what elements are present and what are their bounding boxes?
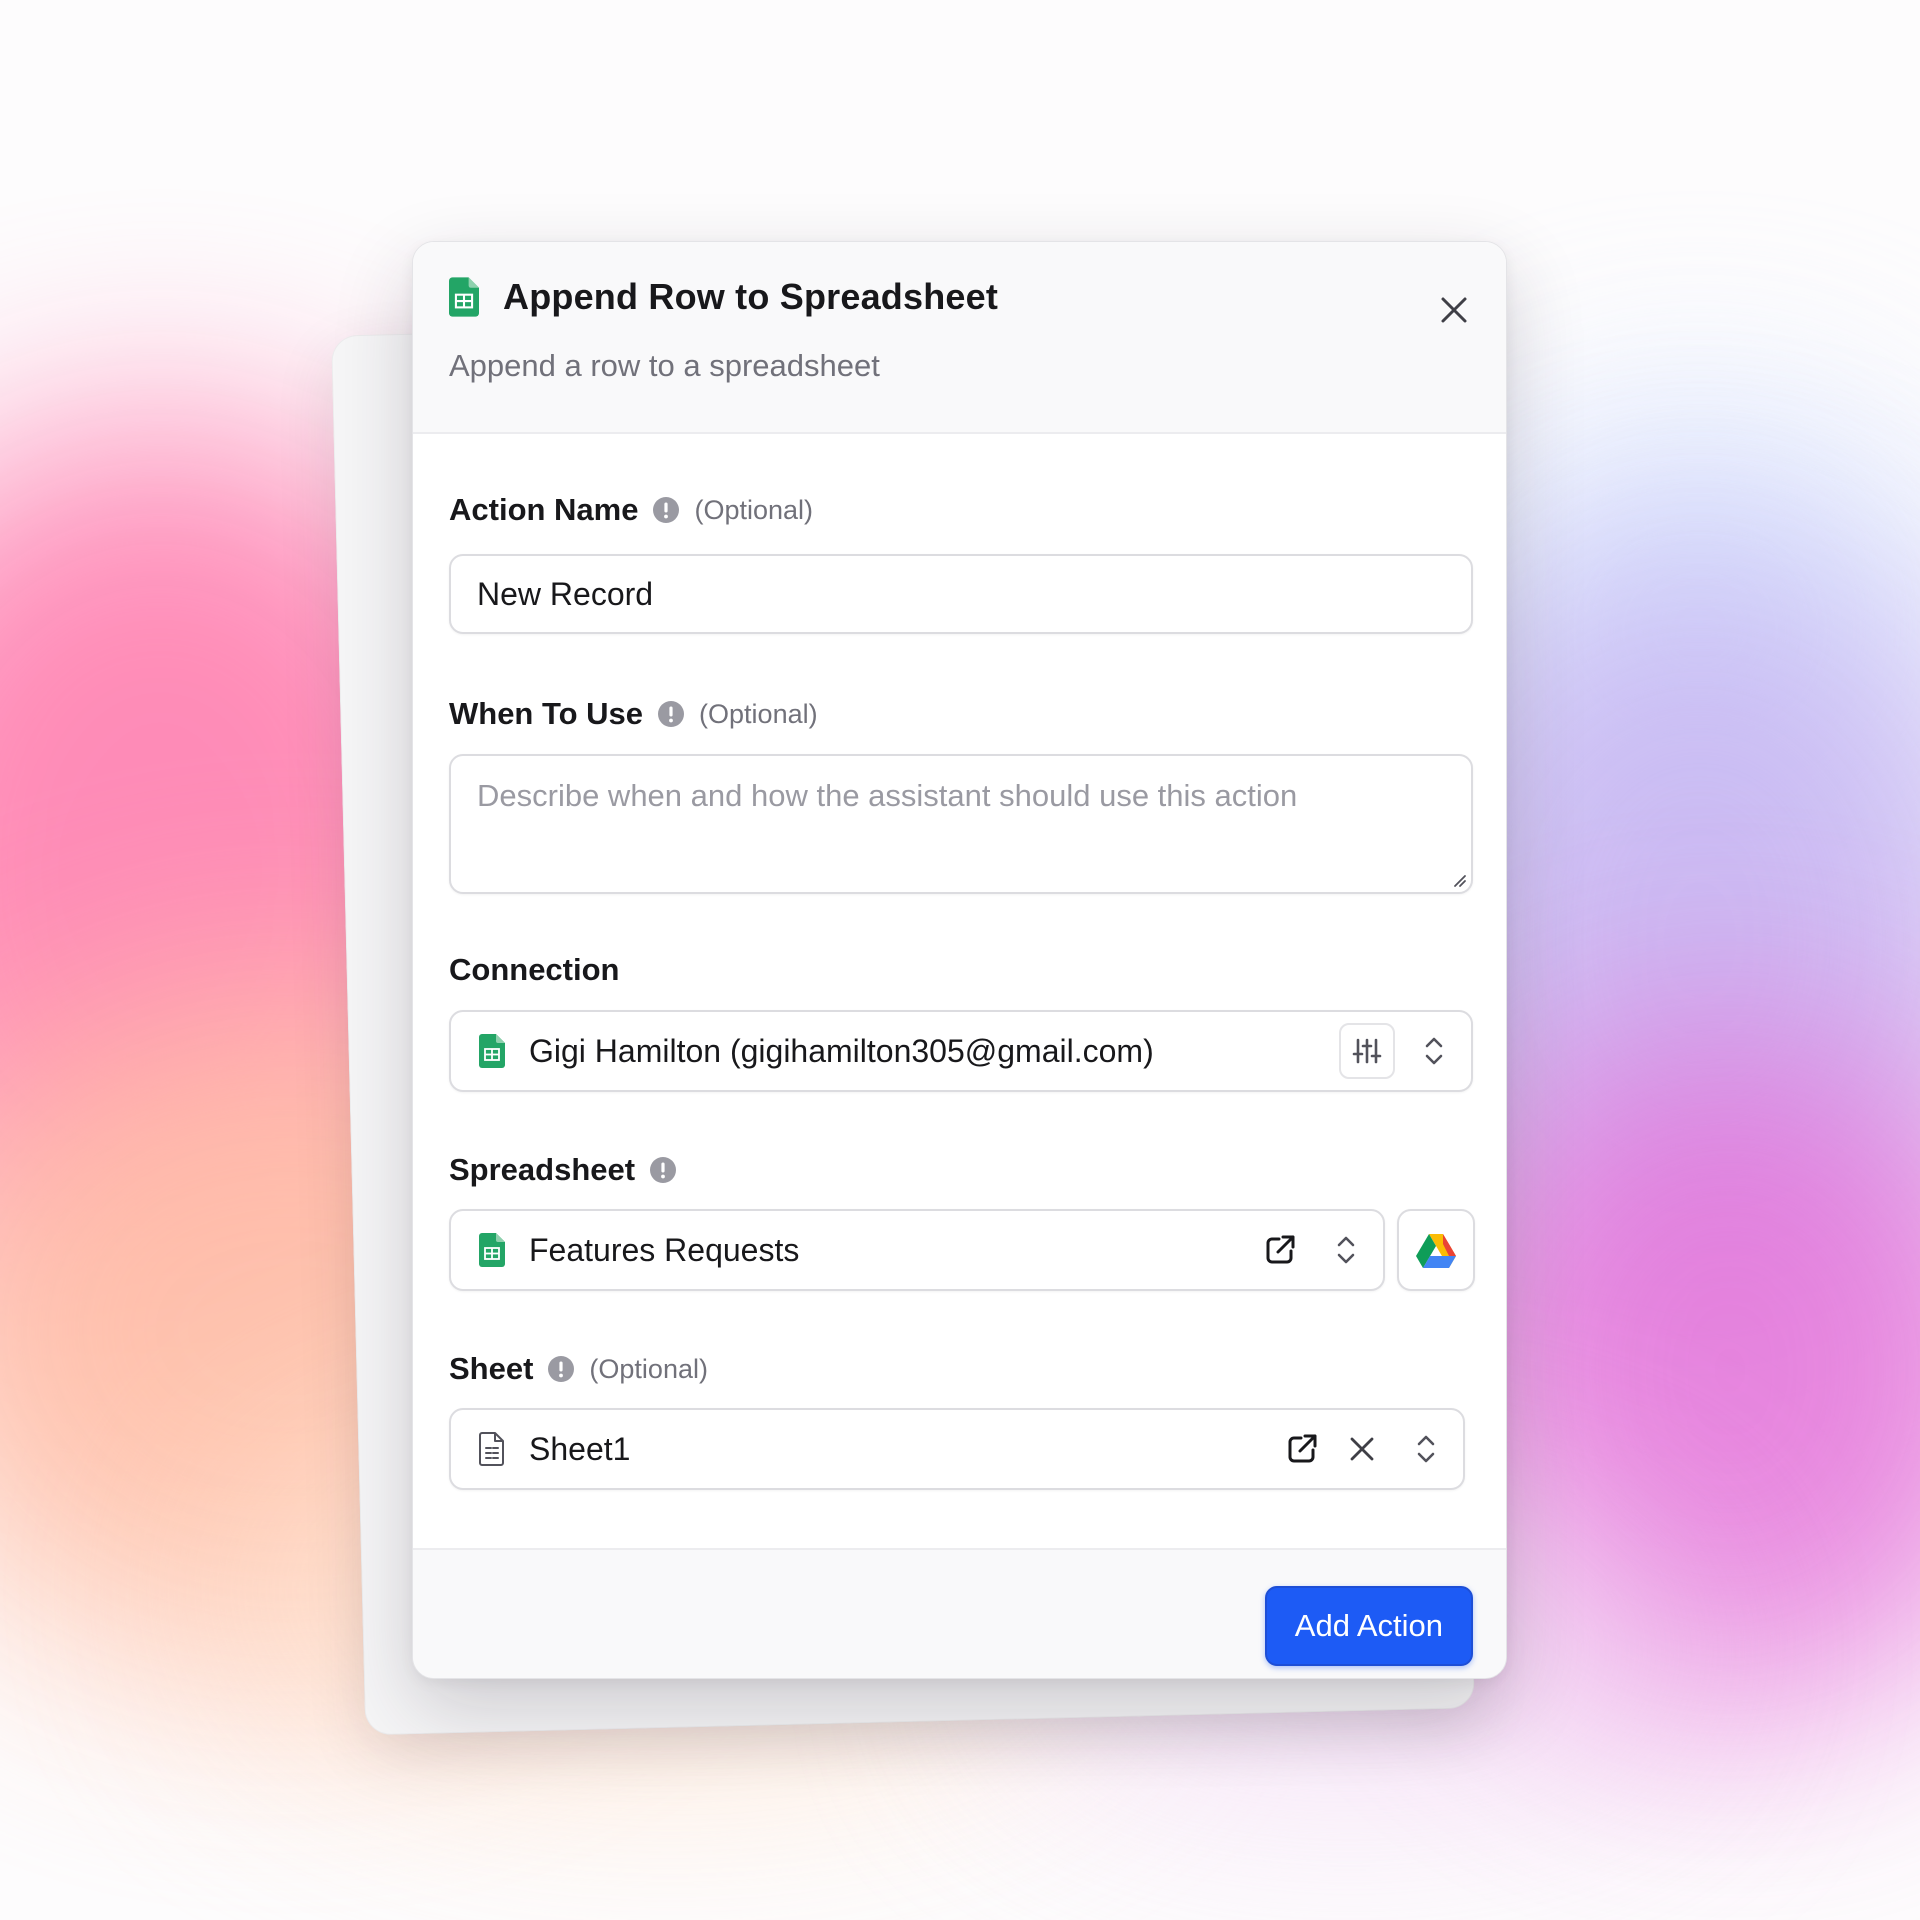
google-sheets-icon — [479, 1034, 505, 1068]
external-link-icon[interactable] — [1263, 1233, 1297, 1267]
document-icon — [479, 1432, 504, 1466]
spreadsheet-label-text: Spreadsheet — [449, 1152, 636, 1187]
sliders-icon — [1352, 1038, 1382, 1064]
dialog-subtitle: Append a row to a spreadsheet — [449, 348, 880, 383]
spreadsheet-label: Spreadsheet — [449, 1152, 677, 1188]
info-icon[interactable] — [547, 1355, 575, 1383]
add-action-button[interactable]: Add Action — [1264, 1586, 1473, 1666]
when-to-use-placeholder: Describe when and how the assistant shou… — [477, 778, 1298, 813]
sheet-label: Sheet (Optional) — [449, 1351, 708, 1387]
google-sheets-icon — [449, 277, 479, 317]
connection-label: Connection — [449, 952, 620, 988]
action-name-label-text: Action Name — [449, 492, 639, 527]
info-icon[interactable] — [649, 1156, 677, 1184]
info-icon[interactable] — [657, 700, 685, 728]
when-to-use-textarea[interactable]: Describe when and how the assistant shou… — [449, 754, 1473, 894]
optional-tag: (Optional) — [699, 698, 818, 729]
dialog-header: Append Row to Spreadsheet Append a row t… — [413, 242, 1506, 434]
spreadsheet-value: Features Requests — [529, 1231, 800, 1268]
google-sheets-icon — [479, 1233, 505, 1267]
chevron-up-down-icon[interactable] — [1411, 1429, 1441, 1469]
connection-settings-button[interactable] — [1339, 1023, 1395, 1079]
close-button[interactable] — [1432, 288, 1476, 332]
connection-value: Gigi Hamilton (gigihamilton305@gmail.com… — [529, 1032, 1154, 1069]
sheet-select[interactable]: Sheet1 — [449, 1408, 1465, 1490]
google-drive-icon — [1416, 1234, 1456, 1268]
append-row-dialog: Append Row to Spreadsheet Append a row t… — [412, 241, 1507, 1679]
connection-label-text: Connection — [449, 952, 620, 987]
spreadsheet-select[interactable]: Features Requests — [449, 1209, 1385, 1291]
action-name-label: Action Name (Optional) — [449, 492, 813, 528]
info-icon[interactable] — [652, 496, 680, 524]
dialog-title: Append Row to Spreadsheet — [503, 276, 999, 317]
chevron-up-down-icon[interactable] — [1331, 1230, 1361, 1270]
optional-tag: (Optional) — [589, 1353, 708, 1384]
close-icon — [1441, 297, 1467, 323]
dialog-footer: Add Action — [413, 1548, 1506, 1678]
optional-tag: (Optional) — [694, 494, 814, 525]
sheet-value: Sheet1 — [529, 1430, 631, 1467]
connection-select[interactable]: Gigi Hamilton (gigihamilton305@gmail.com… — [449, 1010, 1473, 1092]
external-link-icon[interactable] — [1285, 1432, 1319, 1466]
when-to-use-label: When To Use (Optional) — [449, 696, 818, 732]
action-name-value: New Record — [477, 575, 654, 612]
sheet-label-text: Sheet — [449, 1351, 534, 1386]
when-to-use-label-text: When To Use — [449, 696, 644, 731]
resize-grip-icon[interactable] — [1449, 870, 1467, 888]
clear-icon[interactable] — [1347, 1434, 1377, 1464]
chevron-up-down-icon[interactable] — [1419, 1031, 1449, 1071]
action-name-input[interactable]: New Record — [449, 554, 1473, 634]
google-drive-picker-button[interactable] — [1397, 1209, 1475, 1291]
